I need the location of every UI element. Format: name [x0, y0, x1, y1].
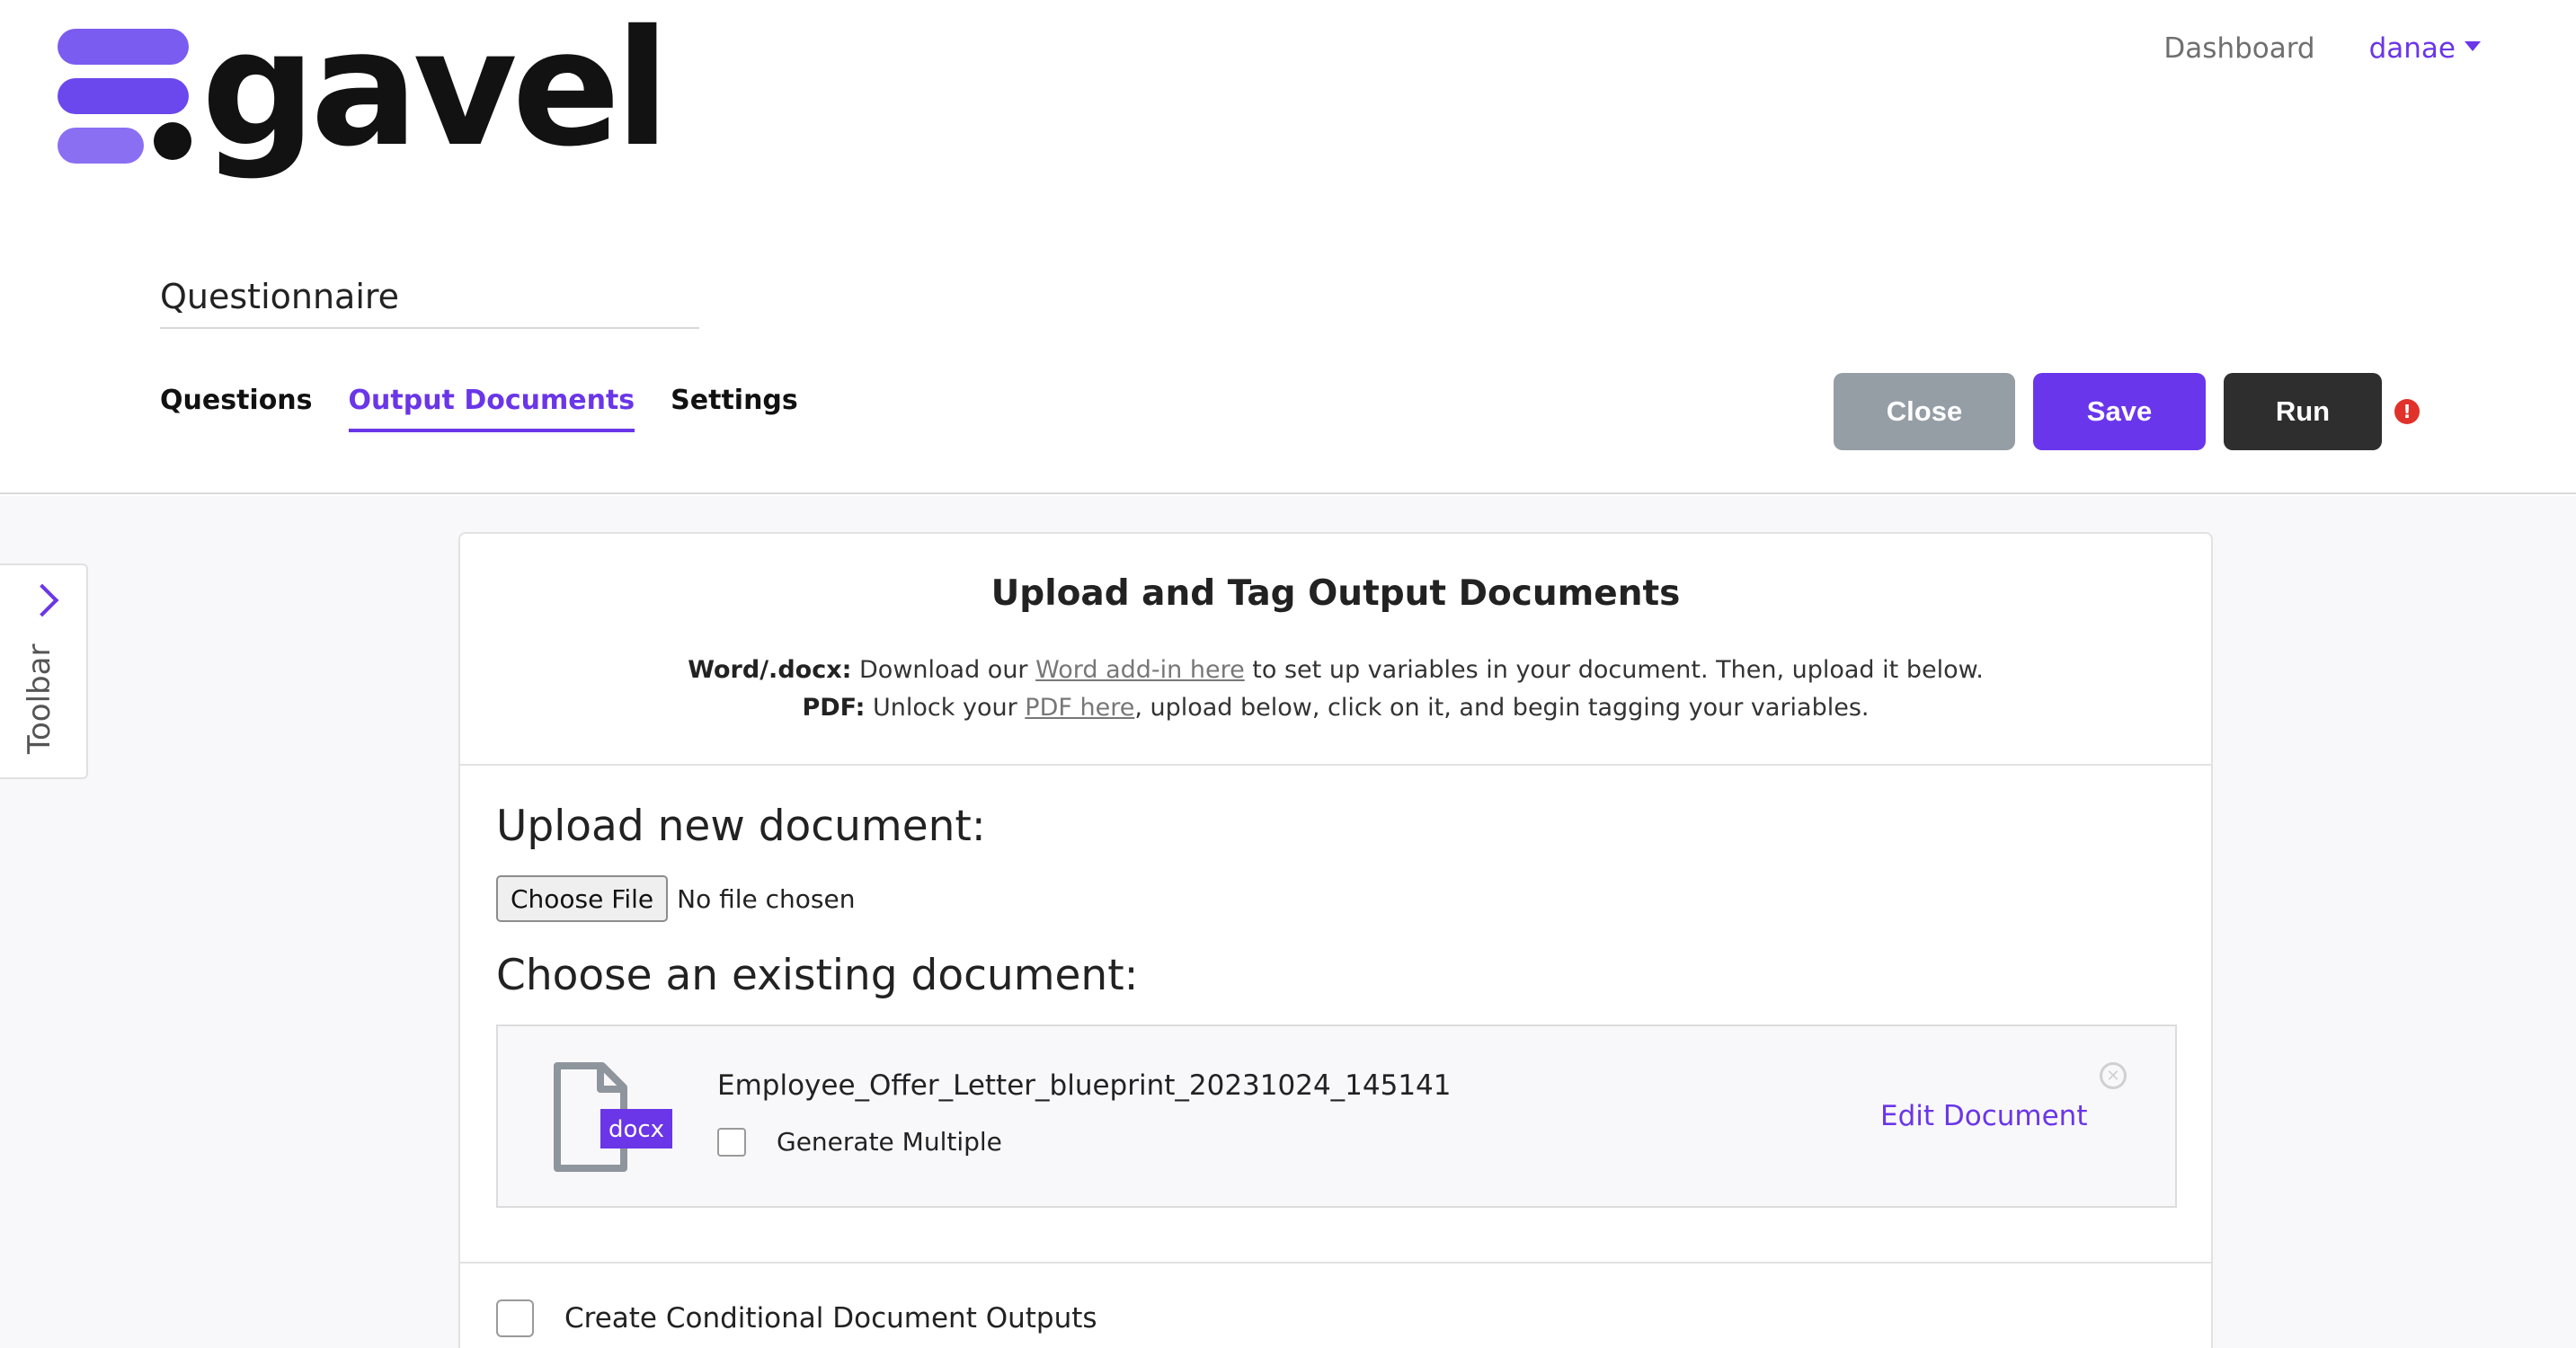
generate-multiple-label: Generate Multiple [777, 1127, 1002, 1157]
word-text-pre: Download our [851, 656, 1036, 684]
pdf-instructions: PDF: Unlock your PDF here, upload below,… [460, 694, 2211, 722]
remove-document-icon[interactable]: ✕ [2100, 1062, 2127, 1089]
user-name: danae [2368, 32, 2456, 65]
save-button[interactable]: Save [2033, 373, 2206, 450]
top-nav: Dashboard danae [2163, 32, 2481, 65]
action-buttons: Close Save Run ! [1834, 373, 2420, 450]
tab-output-documents[interactable]: Output Documents [348, 385, 635, 432]
questionnaire-title-input[interactable]: Questionnaire [160, 277, 699, 329]
toolbar-toggle[interactable]: Toolbar [0, 563, 88, 779]
logo-dot [154, 122, 191, 160]
user-menu[interactable]: danae [2369, 32, 2481, 65]
toolbar-label: Toolbar [22, 643, 58, 754]
warning-icon[interactable]: ! [2394, 399, 2420, 424]
card-header: Upload and Tag Output Documents Word/.do… [460, 534, 2211, 766]
tab-questions[interactable]: Questions [160, 385, 313, 432]
document-name: Employee_Offer_Letter_blueprint_20231024… [717, 1069, 1452, 1102]
docx-file-icon: docx [554, 1062, 672, 1172]
existing-heading: Choose an existing document: [496, 951, 1139, 1000]
pdf-text-pre: Unlock your [865, 694, 1026, 722]
word-text-post: to set up variables in your document. Th… [1244, 656, 1984, 684]
pdf-link[interactable]: PDF here [1025, 694, 1134, 722]
caret-down-icon [2465, 40, 2481, 51]
file-input: Choose File No file chosen [496, 875, 856, 922]
card-title: Upload and Tag Output Documents [990, 573, 1681, 614]
file-type-label: docx [608, 1116, 664, 1143]
logo-text: gavel [201, 0, 670, 182]
gavel-logo[interactable]: gavel [58, 9, 670, 205]
choose-file-button[interactable]: Choose File [496, 875, 669, 922]
close-button[interactable]: Close [1834, 373, 2015, 450]
dashboard-link[interactable]: Dashboard [2163, 32, 2314, 65]
chevron-right-icon [25, 583, 59, 617]
edit-document-link[interactable]: Edit Document [1880, 1100, 2088, 1132]
pdf-label: PDF: [802, 694, 866, 722]
tab-bar: Questions Output Documents Settings [160, 385, 798, 432]
run-button[interactable]: Run [2224, 373, 2382, 450]
upload-heading: Upload new document: [496, 802, 986, 851]
word-label: Word/.docx: [688, 656, 852, 684]
conditional-outputs-label: Create Conditional Document Outputs [564, 1302, 1097, 1335]
conditional-outputs-checkbox[interactable] [496, 1299, 534, 1337]
word-instructions: Word/.docx: Download our Word add-in her… [460, 656, 2211, 684]
output-documents-card: Upload and Tag Output Documents Word/.do… [458, 532, 2213, 1348]
word-addin-link[interactable]: Word add-in here [1035, 656, 1245, 684]
pdf-text-post: , upload below, click on it, and begin t… [1134, 694, 1870, 722]
document-item[interactable]: docx Employee_Offer_Letter_blueprint_202… [496, 1024, 2177, 1208]
app-header: gavel Dashboard danae Questionnaire Ques… [0, 0, 2576, 494]
generate-multiple-row: Generate Multiple [717, 1127, 1002, 1157]
generate-multiple-checkbox[interactable] [717, 1127, 746, 1157]
tab-settings[interactable]: Settings [671, 385, 798, 432]
file-status: No file chosen [677, 883, 856, 914]
conditional-outputs-row: Create Conditional Document Outputs [460, 1262, 2211, 1348]
conditional-outputs-option: Create Conditional Document Outputs [496, 1299, 1097, 1337]
